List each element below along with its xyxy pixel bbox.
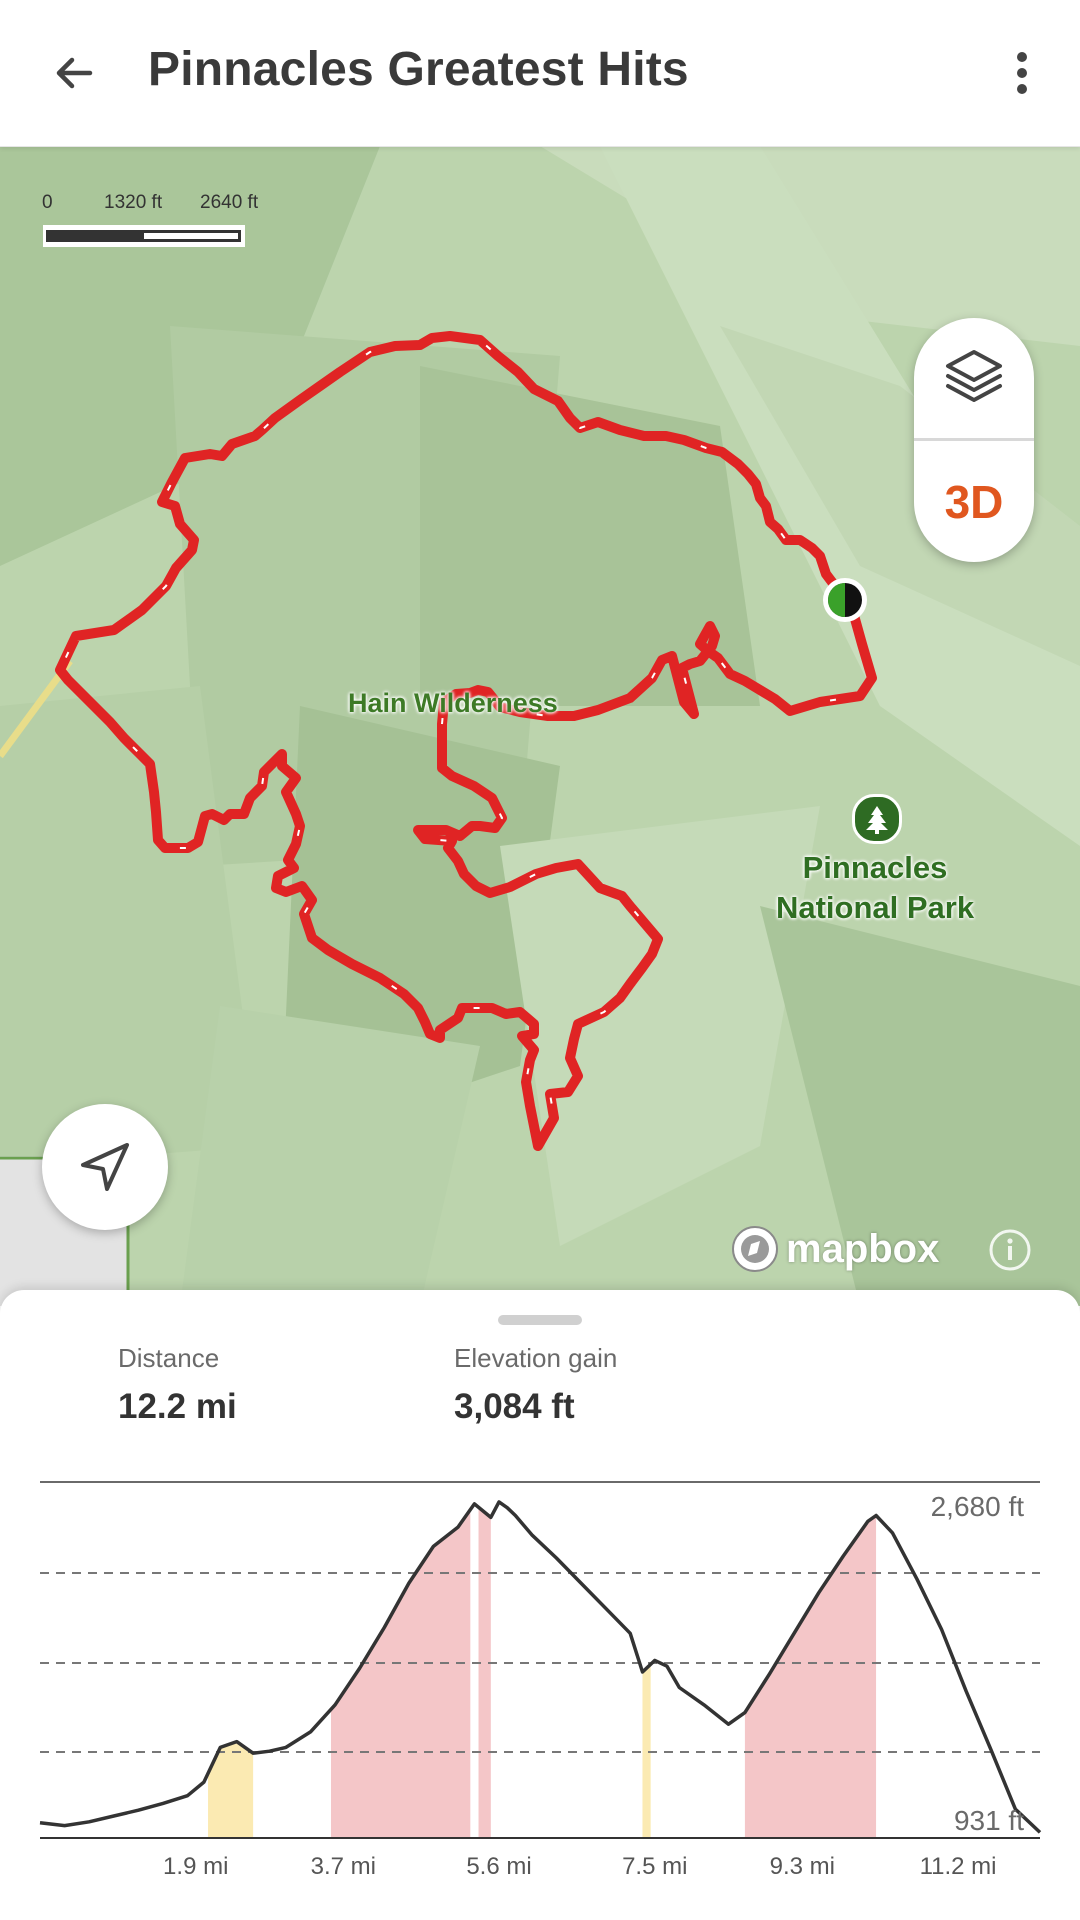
scale-label-0: 0 xyxy=(42,192,53,213)
more-options-button[interactable] xyxy=(990,33,1054,113)
more-vertical-icon xyxy=(1017,52,1027,94)
app-bar: Pinnacles Greatest Hits xyxy=(0,0,1080,147)
elevation-line xyxy=(39,1500,1042,1834)
info-icon xyxy=(989,1229,1031,1271)
layers-button[interactable] xyxy=(914,318,1034,434)
elevation-profile-chart[interactable]: 2,680 ft 931 ft 1.9 mi 3.7 mi 5.6 mi 7.5 mi 9.… xyxy=(0,1290,1080,1920)
x-tick-label: 11.2 mi xyxy=(920,1853,997,1880)
y-max-label: 2,680 ft xyxy=(931,1491,1025,1522)
grade-shade-2 xyxy=(478,1507,491,1838)
map-controls: 3D xyxy=(914,318,1034,562)
scale-label-2640: 2640 ft xyxy=(200,192,259,213)
park-label: Pinnacles National Park xyxy=(740,848,1010,928)
attribution-info-button[interactable] xyxy=(988,1228,1032,1272)
park-label-line2: National Park xyxy=(775,890,975,925)
trailhead-marker xyxy=(823,578,867,622)
x-tick-label: 3.7 mi xyxy=(311,1853,376,1880)
wilderness-label: Hain Wilderness xyxy=(348,688,558,718)
navigation-arrow-icon xyxy=(81,1143,129,1191)
x-tick-label: 5.6 mi xyxy=(466,1853,531,1880)
mapbox-attribution: mapbox xyxy=(786,1226,940,1271)
y-min-label: 931 ft xyxy=(954,1805,1024,1836)
3d-toggle-button[interactable]: 3D xyxy=(914,444,1034,560)
mapbox-icon xyxy=(732,1226,778,1272)
x-tick-label: 1.9 mi xyxy=(163,1853,228,1880)
page-title: Pinnacles Greatest Hits xyxy=(148,43,689,96)
map-view[interactable]: 0 1320 ft 2640 ft 3D Hain Wilderness Pin… xyxy=(0,146,1080,1306)
x-tick-label: 7.5 mi xyxy=(622,1853,687,1880)
mapbox-logo[interactable]: mapbox xyxy=(730,1224,939,1274)
map-scale: 0 1320 ft 2640 ft xyxy=(42,192,258,252)
grade-shade-4 xyxy=(744,1515,877,1838)
back-button[interactable] xyxy=(30,33,118,113)
stats-bottom-sheet: Distance 12.2 mi Elevation gain 3,084 ft… xyxy=(0,1290,1080,1920)
scale-label-1320: 1320 ft xyxy=(104,192,163,213)
tree-icon xyxy=(866,806,888,834)
scale-bar xyxy=(43,225,245,247)
my-location-button[interactable] xyxy=(42,1104,168,1230)
park-label-line1: Pinnacles xyxy=(802,850,948,885)
layers-icon xyxy=(946,350,1002,402)
control-divider xyxy=(914,438,1034,441)
park-marker[interactable] xyxy=(852,794,902,844)
x-tick-label: 9.3 mi xyxy=(770,1853,835,1880)
arrow-left-icon xyxy=(56,57,93,89)
grade-shade-1 xyxy=(330,1509,471,1838)
